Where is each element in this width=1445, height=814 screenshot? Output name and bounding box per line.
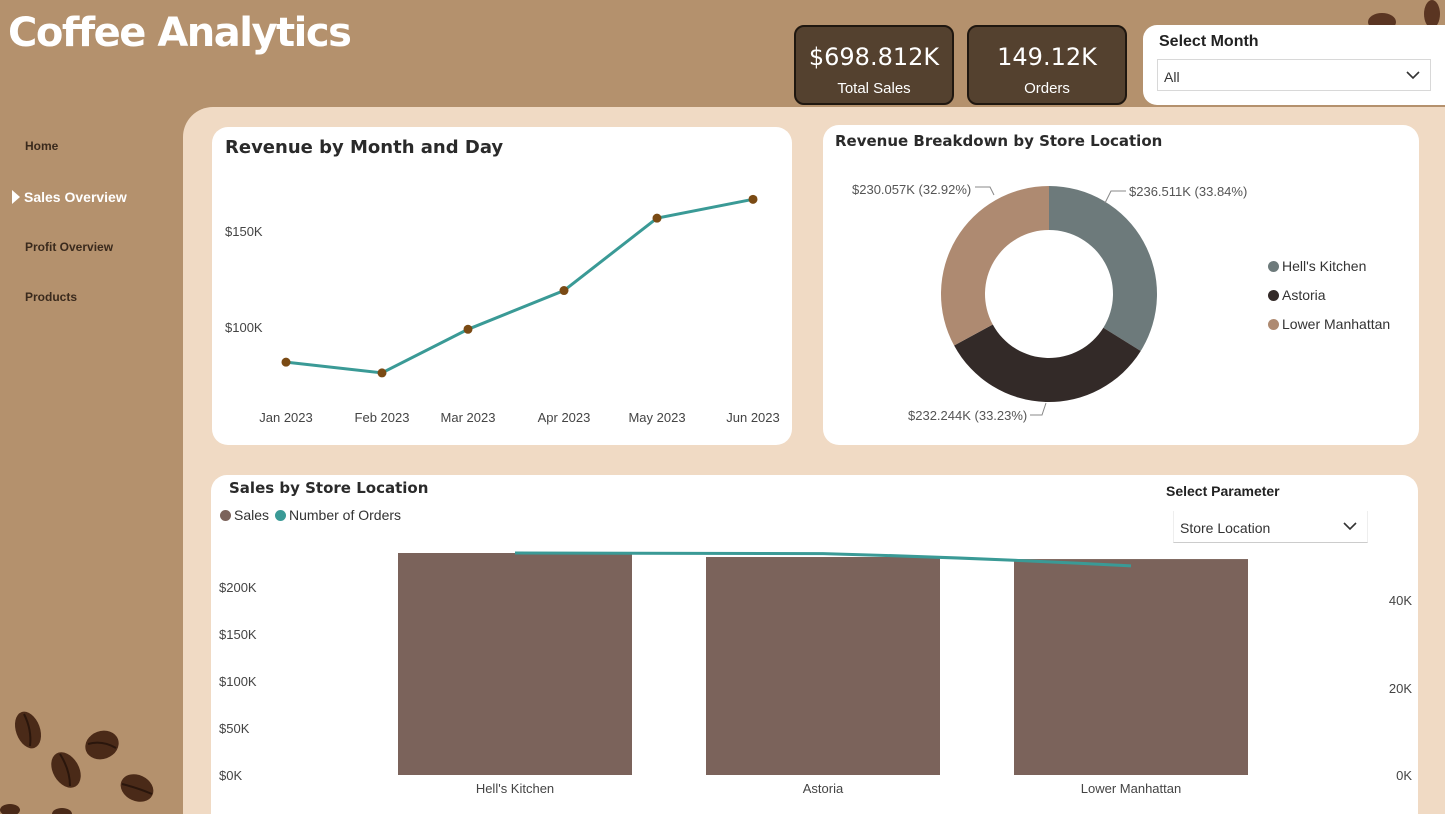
- slice-label-hells-kitchen: $236.511K (33.84%): [1129, 184, 1247, 199]
- sales-by-store-card: Sales by Store Location Sales Number of …: [211, 475, 1418, 814]
- y-left-tick-label: $50K: [219, 721, 250, 736]
- x-tick-label: May 2023: [628, 410, 685, 425]
- app-title: Coffee Analytics: [8, 10, 352, 56]
- legend-item-hells-kitchen: Hell's Kitchen: [1268, 258, 1366, 274]
- line-point: [377, 368, 387, 378]
- revenue-line-chart: $150K $100K Jan 2023 Feb 2023 Mar 2023 Apr …: [225, 194, 780, 425]
- y-right-tick-label: 40K: [1389, 593, 1412, 608]
- leader-line: [1030, 402, 1047, 416]
- donut-slice-astoria[interactable]: [954, 324, 1141, 402]
- y-left-tick-label: $200K: [219, 580, 257, 595]
- nav-item-home[interactable]: Home: [25, 139, 58, 153]
- legend-dot: [1268, 289, 1279, 301]
- line-point: [463, 324, 473, 334]
- nav-item-profit-overview[interactable]: Profit Overview: [25, 240, 113, 254]
- sales-bar-astoria[interactable]: [706, 557, 940, 775]
- y-left-tick-label: $100K: [219, 674, 257, 689]
- y-right-tick-label: 20K: [1389, 681, 1412, 696]
- legend-label: Hell's Kitchen: [1282, 258, 1367, 274]
- slice-label-lower-manhattan: $230.057K (32.92%): [852, 182, 971, 197]
- y-left-tick-label: $150K: [219, 627, 257, 642]
- legend-dot: [1268, 260, 1279, 272]
- kpi-orders-value: 149.12K: [997, 43, 1097, 71]
- revenue-donut-chart: $236.511K (33.84%) $232.244K (33.23%) $2…: [852, 182, 1247, 423]
- month-dropdown-value: All: [1164, 69, 1180, 85]
- month-slicer: Select Month All: [1143, 25, 1445, 105]
- sales-bar-hells-kitchen[interactable]: [398, 553, 632, 775]
- line-point: [281, 357, 291, 367]
- x-tick-label: Jan 2023: [259, 410, 313, 425]
- y-tick-label: $100K: [225, 320, 263, 335]
- kpi-orders-label: Orders: [1024, 80, 1070, 97]
- y-tick-label: $150K: [225, 224, 263, 239]
- legend-dot: [1268, 318, 1279, 330]
- legend-label: Lower Manhattan: [1282, 316, 1391, 332]
- line-point: [559, 286, 569, 296]
- sales-combo-chart: $0K $50K $100K $150K $200K 0K 20K 40K He…: [219, 551, 1412, 796]
- legend-label: Astoria: [1282, 287, 1326, 303]
- nav-item-sales-overview[interactable]: Sales Overview: [24, 189, 127, 205]
- x-tick-label: Mar 2023: [441, 410, 496, 425]
- leader-line: [1104, 190, 1126, 204]
- x-tick-label: Lower Manhattan: [1081, 781, 1181, 796]
- donut-slice-lower-manhattan[interactable]: [941, 186, 1049, 346]
- leader-line: [975, 186, 995, 196]
- legend-item-astoria: Astoria: [1268, 287, 1326, 303]
- slice-label-astoria: $232.244K (33.23%): [908, 408, 1027, 423]
- x-tick-label: Feb 2023: [355, 410, 410, 425]
- x-tick-label: Hell's Kitchen: [476, 781, 554, 796]
- line-point: [748, 194, 758, 204]
- active-page-arrow-icon: [12, 190, 20, 204]
- kpi-total-sales-label: Total Sales: [837, 80, 911, 97]
- x-tick-label: Astoria: [803, 781, 844, 796]
- line-point: [652, 213, 662, 223]
- donut-slice-hells-kitchen[interactable]: [1049, 186, 1157, 351]
- kpi-orders-card: 149.12K Orders: [967, 25, 1127, 105]
- month-slicer-title: Select Month: [1159, 33, 1259, 50]
- chevron-down-icon: [1406, 71, 1420, 80]
- coffee-beans-corner-decoration: [1368, 0, 1440, 25]
- kpi-total-sales-value: $698.812K: [808, 43, 940, 71]
- nav-item-products[interactable]: Products: [25, 290, 77, 304]
- month-dropdown[interactable]: All: [1157, 59, 1431, 91]
- revenue-series-line: [285, 197, 754, 375]
- y-left-tick-label: $0K: [219, 768, 242, 783]
- kpi-total-sales-card: $698.812K Total Sales: [794, 25, 954, 105]
- revenue-line-card: Revenue by Month and Day $150K $100K Jan…: [212, 127, 792, 445]
- sales-bar-lower-manhattan[interactable]: [1014, 559, 1248, 775]
- y-right-tick-label: 0K: [1396, 768, 1412, 783]
- legend-item-lower-manhattan: Lower Manhattan: [1268, 316, 1390, 332]
- revenue-breakdown-card: Revenue Breakdown by Store Location $236…: [823, 125, 1419, 445]
- x-tick-label: Jun 2023: [726, 410, 780, 425]
- coffee-beans-decoration: [0, 711, 154, 814]
- x-tick-label: Apr 2023: [538, 410, 591, 425]
